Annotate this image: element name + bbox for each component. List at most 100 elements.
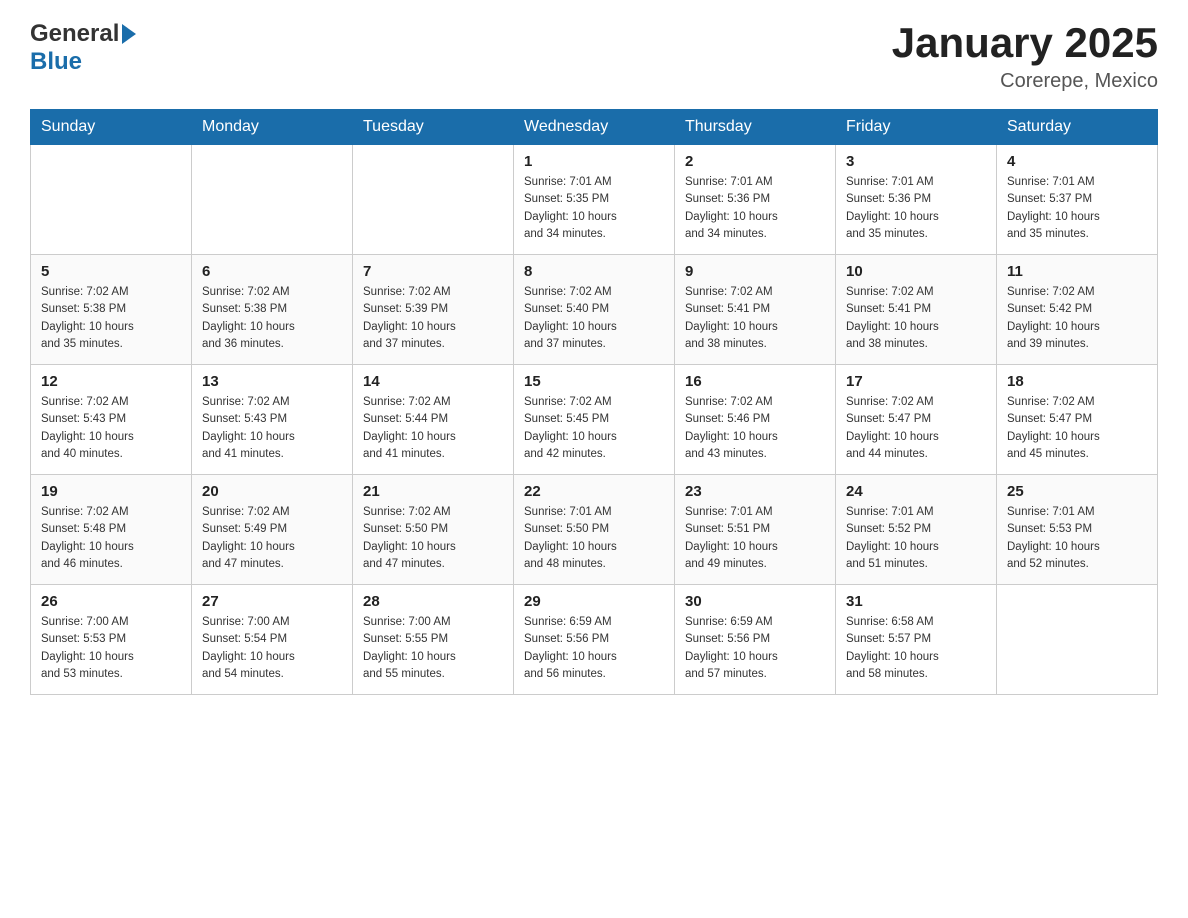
day-info: Sunrise: 7:02 AM Sunset: 5:48 PM Dayligh…: [41, 504, 181, 573]
day-info: Sunrise: 7:02 AM Sunset: 5:40 PM Dayligh…: [524, 284, 664, 353]
calendar-cell: 7 Sunrise: 7:02 AM Sunset: 5:39 PM Daylig…: [353, 255, 514, 365]
day-number: 6: [202, 263, 342, 280]
day-number: 31: [846, 593, 986, 610]
day-number: 26: [41, 593, 181, 610]
day-number: 25: [1007, 483, 1147, 500]
calendar-cell: 17 Sunrise: 7:02 AM Sunset: 5:47 PM Dayli…: [836, 365, 997, 475]
header-day-friday: Friday: [836, 110, 997, 145]
calendar-cell: 11Sunrise: 7:02 AM Sunset: 5:42 PM Dayli…: [997, 255, 1158, 365]
day-number: 19: [41, 483, 181, 500]
logo-general-text: General: [30, 20, 119, 48]
day-info: Sunrise: 7:00 AM Sunset: 5:55 PM Dayligh…: [363, 614, 503, 683]
day-info: Sunrise: 7:02 AM Sunset: 5:45 PM Dayligh…: [524, 394, 664, 463]
day-number: 28: [363, 593, 503, 610]
day-info: Sunrise: 7:02 AM Sunset: 5:38 PM Dayligh…: [41, 284, 181, 353]
calendar-cell: 21 Sunrise: 7:02 AM Sunset: 5:50 PM Dayli…: [353, 475, 514, 585]
day-number: 2: [685, 153, 825, 170]
calendar-cell: 25 Sunrise: 7:01 AM Sunset: 5:53 PM Dayli…: [997, 475, 1158, 585]
calendar-cell: 5 Sunrise: 7:02 AM Sunset: 5:38 PM Daylig…: [31, 255, 192, 365]
day-info: Sunrise: 7:00 AM Sunset: 5:53 PM Dayligh…: [41, 614, 181, 683]
calendar-cell: 9Sunrise: 7:02 AM Sunset: 5:41 PM Daylig…: [675, 255, 836, 365]
calendar-cell: 10Sunrise: 7:02 AM Sunset: 5:41 PM Dayli…: [836, 255, 997, 365]
day-number: 17: [846, 373, 986, 390]
day-number: 3: [846, 153, 986, 170]
week-row-5: 26 Sunrise: 7:00 AM Sunset: 5:53 PM Dayli…: [31, 585, 1158, 695]
day-number: 13: [202, 373, 342, 390]
calendar-table: SundayMondayTuesdayWednesdayThursdayFrid…: [30, 109, 1158, 695]
day-number: 7: [363, 263, 503, 280]
week-row-1: 1 Sunrise: 7:01 AM Sunset: 5:35 PM Daylig…: [31, 145, 1158, 255]
day-info: Sunrise: 6:59 AM Sunset: 5:56 PM Dayligh…: [685, 614, 825, 683]
calendar-cell: 2 Sunrise: 7:01 AM Sunset: 5:36 PM Daylig…: [675, 145, 836, 255]
day-info: Sunrise: 7:02 AM Sunset: 5:46 PM Dayligh…: [685, 394, 825, 463]
day-info: Sunrise: 7:01 AM Sunset: 5:35 PM Dayligh…: [524, 174, 664, 243]
calendar-cell: 6 Sunrise: 7:02 AM Sunset: 5:38 PM Daylig…: [192, 255, 353, 365]
calendar-cell: 27 Sunrise: 7:00 AM Sunset: 5:54 PM Dayli…: [192, 585, 353, 695]
logo-blue-text: Blue: [30, 48, 82, 76]
day-info: Sunrise: 7:02 AM Sunset: 5:42 PM Dayligh…: [1007, 284, 1147, 353]
calendar-cell: 26 Sunrise: 7:00 AM Sunset: 5:53 PM Dayli…: [31, 585, 192, 695]
logo-triangle-icon: [122, 24, 136, 44]
day-number: 18: [1007, 373, 1147, 390]
day-info: Sunrise: 7:01 AM Sunset: 5:37 PM Dayligh…: [1007, 174, 1147, 243]
day-info: Sunrise: 6:58 AM Sunset: 5:57 PM Dayligh…: [846, 614, 986, 683]
week-row-3: 12 Sunrise: 7:02 AM Sunset: 5:43 PM Dayli…: [31, 365, 1158, 475]
day-number: 15: [524, 373, 664, 390]
header-day-wednesday: Wednesday: [514, 110, 675, 145]
day-info: Sunrise: 7:02 AM Sunset: 5:47 PM Dayligh…: [846, 394, 986, 463]
day-number: 12: [41, 373, 181, 390]
header-day-tuesday: Tuesday: [353, 110, 514, 145]
day-info: Sunrise: 7:02 AM Sunset: 5:49 PM Dayligh…: [202, 504, 342, 573]
calendar-cell: 8 Sunrise: 7:02 AM Sunset: 5:40 PM Daylig…: [514, 255, 675, 365]
day-info: Sunrise: 6:59 AM Sunset: 5:56 PM Dayligh…: [524, 614, 664, 683]
header-day-saturday: Saturday: [997, 110, 1158, 145]
day-info: Sunrise: 7:02 AM Sunset: 5:43 PM Dayligh…: [202, 394, 342, 463]
day-number: 8: [524, 263, 664, 280]
calendar-cell: 15 Sunrise: 7:02 AM Sunset: 5:45 PM Dayli…: [514, 365, 675, 475]
calendar-cell: 4Sunrise: 7:01 AM Sunset: 5:37 PM Daylig…: [997, 145, 1158, 255]
day-number: 22: [524, 483, 664, 500]
calendar-cell: 28 Sunrise: 7:00 AM Sunset: 5:55 PM Dayli…: [353, 585, 514, 695]
day-number: 29: [524, 593, 664, 610]
day-number: 1: [524, 153, 664, 170]
day-info: Sunrise: 7:02 AM Sunset: 5:39 PM Dayligh…: [363, 284, 503, 353]
day-number: 21: [363, 483, 503, 500]
day-info: Sunrise: 7:00 AM Sunset: 5:54 PM Dayligh…: [202, 614, 342, 683]
day-number: 20: [202, 483, 342, 500]
calendar-cell: 22 Sunrise: 7:01 AM Sunset: 5:50 PM Dayli…: [514, 475, 675, 585]
calendar-cell: 19 Sunrise: 7:02 AM Sunset: 5:48 PM Dayli…: [31, 475, 192, 585]
calendar-cell: 12 Sunrise: 7:02 AM Sunset: 5:43 PM Dayli…: [31, 365, 192, 475]
header-row: SundayMondayTuesdayWednesdayThursdayFrid…: [31, 110, 1158, 145]
day-info: Sunrise: 7:02 AM Sunset: 5:47 PM Dayligh…: [1007, 394, 1147, 463]
day-info: Sunrise: 7:02 AM Sunset: 5:41 PM Dayligh…: [685, 284, 825, 353]
day-info: Sunrise: 7:02 AM Sunset: 5:43 PM Dayligh…: [41, 394, 181, 463]
calendar-cell: 16Sunrise: 7:02 AM Sunset: 5:46 PM Dayli…: [675, 365, 836, 475]
page-header: General Blue January 2025 Corerepe, Mexi…: [30, 20, 1158, 93]
day-info: Sunrise: 7:01 AM Sunset: 5:53 PM Dayligh…: [1007, 504, 1147, 573]
day-info: Sunrise: 7:01 AM Sunset: 5:50 PM Dayligh…: [524, 504, 664, 573]
calendar-cell: 29 Sunrise: 6:59 AM Sunset: 5:56 PM Dayli…: [514, 585, 675, 695]
header-day-monday: Monday: [192, 110, 353, 145]
week-row-2: 5 Sunrise: 7:02 AM Sunset: 5:38 PM Daylig…: [31, 255, 1158, 365]
title-area: January 2025 Corerepe, Mexico: [892, 20, 1158, 93]
calendar-cell: [353, 145, 514, 255]
calendar-subtitle: Corerepe, Mexico: [892, 70, 1158, 93]
calendar-cell: 20 Sunrise: 7:02 AM Sunset: 5:49 PM Dayli…: [192, 475, 353, 585]
calendar-body: 1 Sunrise: 7:01 AM Sunset: 5:35 PM Daylig…: [31, 145, 1158, 695]
day-info: Sunrise: 7:02 AM Sunset: 5:41 PM Dayligh…: [846, 284, 986, 353]
day-info: Sunrise: 7:02 AM Sunset: 5:38 PM Dayligh…: [202, 284, 342, 353]
calendar-cell: 30Sunrise: 6:59 AM Sunset: 5:56 PM Dayli…: [675, 585, 836, 695]
header-day-thursday: Thursday: [675, 110, 836, 145]
day-info: Sunrise: 7:02 AM Sunset: 5:50 PM Dayligh…: [363, 504, 503, 573]
calendar-cell: [31, 145, 192, 255]
day-info: Sunrise: 7:01 AM Sunset: 5:36 PM Dayligh…: [685, 174, 825, 243]
calendar-cell: 14 Sunrise: 7:02 AM Sunset: 5:44 PM Dayli…: [353, 365, 514, 475]
logo: General Blue: [30, 20, 136, 76]
day-info: Sunrise: 7:02 AM Sunset: 5:44 PM Dayligh…: [363, 394, 503, 463]
day-number: 14: [363, 373, 503, 390]
day-number: 5: [41, 263, 181, 280]
calendar-header: SundayMondayTuesdayWednesdayThursdayFrid…: [31, 110, 1158, 145]
calendar-title: January 2025: [892, 20, 1158, 66]
calendar-cell: 1 Sunrise: 7:01 AM Sunset: 5:35 PM Daylig…: [514, 145, 675, 255]
day-number: 27: [202, 593, 342, 610]
